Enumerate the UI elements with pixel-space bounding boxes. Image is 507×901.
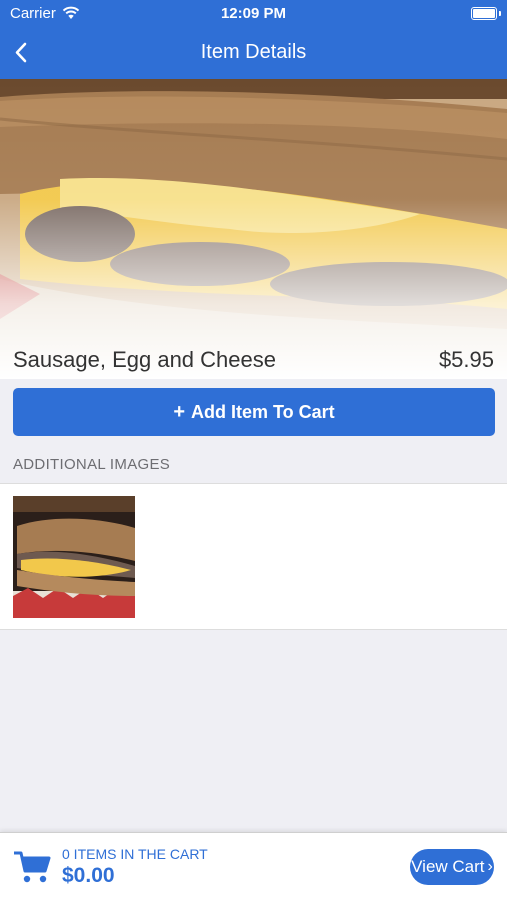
battery-icon [471, 7, 497, 20]
battery-tip [499, 11, 501, 16]
clock: 12:09 PM [220, 5, 287, 22]
additional-images-gallery [0, 483, 507, 630]
additional-image-thumbnail[interactable] [13, 496, 135, 618]
status-bar: Carrier 12:09 PM [0, 0, 507, 28]
add-item-to-cart-label: Add Item To Cart [191, 401, 335, 422]
top-bar: Carrier 12:09 PM Item Details [0, 0, 507, 79]
sandwich-thumbnail-photo [13, 496, 135, 618]
plus-icon: + [173, 400, 185, 423]
navigation-bar: Item Details [0, 28, 507, 79]
item-name: Sausage, Egg and Cheese [13, 347, 276, 372]
chevron-right-icon: › [487, 858, 493, 875]
cart-total: $0.00 [62, 864, 115, 887]
additional-images-header: ADDITIONAL IMAGES [13, 456, 171, 473]
page-title: Item Details [200, 41, 307, 63]
add-item-to-cart-button[interactable]: + Add Item To Cart [13, 388, 495, 436]
view-cart-label: View Cart [411, 857, 485, 876]
shopping-cart-icon[interactable] [13, 849, 51, 885]
item-hero-image [0, 79, 507, 379]
cart-item-count: 0 ITEMS IN THE CART [62, 846, 208, 862]
cart-bar: 0 ITEMS IN THE CART $0.00 View Cart › [0, 832, 507, 901]
item-price: $5.95 [438, 347, 494, 372]
hero-gradient-overlay [0, 79, 507, 379]
view-cart-button[interactable]: View Cart › [410, 849, 494, 885]
